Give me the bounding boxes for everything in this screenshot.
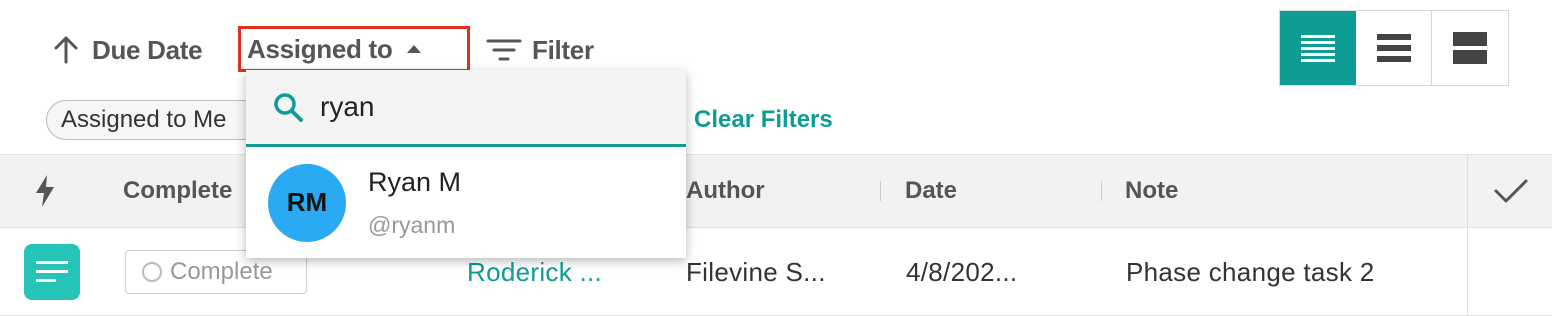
complete-label: Complete (170, 258, 273, 285)
column-header-complete[interactable]: Complete (123, 155, 232, 227)
column-divider (880, 181, 881, 201)
filter-button[interactable]: Filter (486, 30, 594, 70)
sort-due-date-button[interactable]: Due Date (50, 30, 203, 70)
column-header-note[interactable]: Note (1125, 155, 1178, 227)
date-cell: 4/8/202... (906, 256, 1018, 287)
circle-icon (142, 262, 162, 282)
column-header-date[interactable]: Date (905, 155, 957, 227)
text-lines-icon (36, 261, 68, 282)
compact-list-icon (1301, 35, 1335, 62)
user-option-text: Ryan M @ryanm (368, 167, 461, 239)
clear-filters-link[interactable]: Clear Filters (694, 106, 833, 134)
select-all-column[interactable] (1467, 155, 1552, 227)
view-cards-button[interactable] (1432, 11, 1509, 85)
sort-label: Due Date (92, 34, 203, 65)
assigned-to-label: Assigned to (247, 33, 393, 64)
view-mode-toggle (1279, 10, 1509, 86)
checkmark-icon (1494, 179, 1527, 203)
user-option[interactable]: RM Ryan M @ryanm (246, 147, 686, 258)
column-header-author[interactable]: Author (686, 155, 765, 227)
arrow-up-icon (54, 36, 78, 64)
task-note-icon[interactable] (24, 244, 80, 300)
view-compact-list-button[interactable] (1280, 11, 1356, 85)
note-cell: Phase change task 2 (1126, 256, 1375, 287)
filter-icon (486, 39, 522, 61)
user-handle: @ryanm (368, 211, 456, 238)
quick-action-column (34, 155, 56, 227)
filter-chip-label: Assigned to Me (61, 106, 227, 133)
row-select-cell[interactable] (1467, 228, 1552, 316)
assignee-search-input[interactable] (320, 91, 640, 123)
author-cell: Filevine S... (686, 256, 826, 287)
caret-up-icon (406, 45, 421, 53)
table-header: Complete Author Date Note (0, 154, 1552, 228)
assignee-dropdown: RM Ryan M @ryanm (246, 70, 686, 258)
task-toolbar: Due Date Assigned to Filter Assigned to … (0, 0, 1552, 154)
assigned-to-button[interactable]: Assigned to (238, 26, 470, 72)
column-divider (1101, 181, 1102, 201)
search-icon (274, 93, 303, 122)
filter-label: Filter (532, 34, 594, 65)
user-name: Ryan M (368, 166, 462, 197)
avatar: RM (268, 163, 346, 242)
cards-icon (1453, 32, 1488, 64)
table-row[interactable]: Complete Roderick ... Filevine S... 4/8/… (0, 228, 1552, 316)
lightning-bolt-icon (36, 175, 54, 207)
view-list-button[interactable] (1356, 11, 1433, 85)
list-icon (1376, 34, 1411, 62)
assignee-search-bar (246, 70, 686, 147)
